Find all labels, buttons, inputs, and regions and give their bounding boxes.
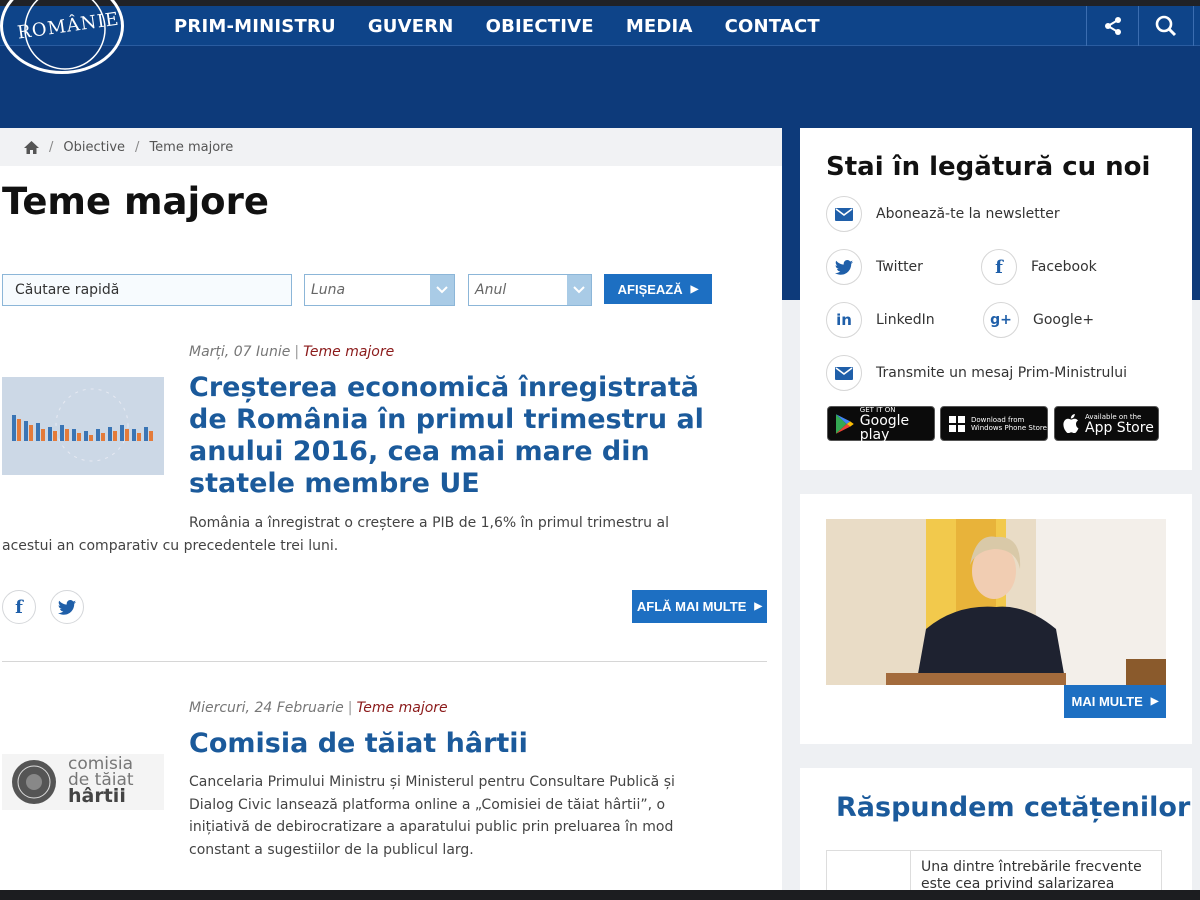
article-divider [2, 661, 767, 662]
googleplus-label: Google+ [1033, 312, 1095, 328]
article-meta: Marți, 07 Iunie | Teme majore [189, 344, 395, 360]
facebook-icon: f [981, 249, 1017, 285]
envelope-icon [826, 355, 862, 391]
citizen-answers-card: Răspundem cetățenilor Una dintre întrebă… [800, 768, 1192, 892]
facebook-label: Facebook [1031, 259, 1097, 275]
citizen-answers-title: Răspundem cetățenilor [836, 792, 1191, 823]
chevron-down-icon [430, 275, 454, 305]
main-content: / Obiective / Teme majore Teme majore Lu… [0, 128, 782, 900]
nav-contact[interactable]: CONTACT [725, 16, 820, 37]
facebook-link[interactable]: f Facebook [981, 249, 1097, 285]
share-icon [1104, 17, 1121, 35]
more-photos-label: MAI MULTE [1071, 694, 1143, 709]
search-button[interactable] [1138, 6, 1194, 46]
read-more-button[interactable]: AFLĂ MAI MULTE ▶ [632, 590, 767, 623]
newsletter-label: Abonează-te la newsletter [876, 206, 1060, 222]
twitter-label: Twitter [876, 259, 923, 275]
window-bottom-bar [0, 890, 1200, 900]
article-category[interactable]: Teme majore [303, 344, 394, 360]
article-excerpt-line-1: România a înregistrat o creștere a PIB d… [189, 515, 669, 531]
contact-card: Stai în legătură cu noi Abonează-te la n… [800, 128, 1192, 470]
app-store-badge[interactable]: Available on the App Store [1054, 406, 1159, 441]
breadcrumb: / Obiective / Teme majore [0, 128, 782, 166]
googleplus-link[interactable]: g+ Google+ [983, 302, 1094, 338]
apple-icon [1063, 414, 1079, 433]
chevron-right-icon: ▶ [1150, 696, 1159, 707]
search-icon [1155, 15, 1177, 37]
article-excerpt: Cancelaria Primului Ministru și Minister… [189, 774, 675, 858]
app-store-big: App Store [1085, 419, 1154, 436]
nav-obiective[interactable]: OBIECTIVE [486, 16, 594, 37]
filter-bar: Luna Anul AFIȘEAZĂ ▶ [2, 274, 712, 306]
show-results-label: AFIȘEAZĂ [617, 281, 683, 297]
breadcrumb-current: Teme majore [149, 139, 234, 155]
month-select[interactable]: Luna [304, 274, 455, 306]
article-thumbnail-chart[interactable] [2, 377, 164, 475]
share-facebook-button[interactable]: f [2, 590, 36, 624]
newsletter-link[interactable]: Abonează-te la newsletter [826, 196, 1060, 232]
read-more-label: AFLĂ MAI MULTE [636, 599, 747, 614]
message-pm-link[interactable]: Transmite un mesaj Prim-Ministrului [826, 355, 1127, 391]
year-select[interactable]: Anul [468, 274, 592, 306]
faq-item[interactable]: Una dintre întrebările frecvente este ce… [826, 850, 1162, 892]
nav-prim-ministru[interactable]: PRIM-MINISTRU [174, 16, 336, 37]
share-button[interactable] [1086, 6, 1138, 46]
nav-guvern[interactable]: GUVERN [368, 16, 454, 37]
page-title: Teme majore [2, 180, 269, 223]
primary-nav: PRIM-MINISTRU GUVERN OBIECTIVE MEDIA CON… [174, 6, 820, 46]
emblem-icon [12, 760, 56, 804]
linkedin-label: LinkedIn [876, 312, 935, 328]
linkedin-icon: in [826, 302, 862, 338]
main-navbar: ROMÂNIEI PRIM-MINISTRU GUVERN OBIECTIVE … [0, 0, 1200, 74]
twitter-link[interactable]: Twitter [826, 249, 923, 285]
chevron-right-icon: ▶ [754, 601, 763, 612]
article-meta: Miercuri, 24 Februarie | Teme majore [189, 700, 448, 716]
article-excerpt-line-2: acestui an comparativ cu precedentele tr… [2, 538, 339, 554]
thumb-line-3: hârtii [68, 785, 126, 807]
article-title[interactable]: Creșterea economică înregistrată de Româ… [189, 372, 729, 500]
show-results-button[interactable]: AFIȘEAZĂ ▶ [604, 274, 712, 304]
breadcrumb-separator: / [49, 139, 54, 155]
featured-photo-card: MAI MULTE ▶ [800, 494, 1192, 744]
article-category[interactable]: Teme majore [356, 700, 447, 716]
prime-minister-photo[interactable] [826, 519, 1166, 685]
message-pm-label: Transmite un mesaj Prim-Ministrului [876, 365, 1128, 381]
contact-card-title: Stai în legătură cu noi [826, 152, 1151, 182]
year-select-value: Anul [475, 282, 507, 298]
month-select-value: Luna [311, 282, 346, 298]
nav-media[interactable]: MEDIA [626, 16, 693, 37]
more-photos-button[interactable]: MAI MULTE ▶ [1064, 685, 1166, 718]
breadcrumb-separator: / [135, 139, 140, 155]
envelope-icon [826, 196, 862, 232]
chevron-down-icon [567, 275, 591, 305]
article-date: Miercuri, 24 Februarie [189, 700, 344, 716]
chevron-right-icon: ▶ [690, 283, 699, 295]
share-twitter-button[interactable] [50, 590, 84, 624]
breadcrumb-obiective[interactable]: Obiective [63, 140, 125, 155]
twitter-icon [826, 249, 862, 285]
government-logo[interactable]: ROMÂNIEI [0, 0, 124, 74]
twitter-icon [58, 599, 76, 615]
windows-store-badge[interactable]: Download from Windows Phone Store [940, 406, 1048, 441]
windows-store-line-1: Download from [971, 415, 1025, 424]
home-icon[interactable] [24, 140, 39, 154]
google-play-big: Google play [859, 412, 910, 443]
googleplus-icon: g+ [983, 302, 1019, 338]
facebook-icon: f [15, 596, 23, 618]
google-play-badge[interactable]: GET IT ON Google play [827, 406, 935, 443]
faq-image [827, 851, 911, 891]
google-play-icon [836, 413, 854, 434]
faq-line-1: Una dintre întrebările frecvente [921, 859, 1142, 875]
windows-store-line-2: Windows Phone Store [971, 423, 1047, 432]
article-title[interactable]: Comisia de tăiat hârtii [189, 728, 729, 760]
windows-icon [949, 415, 965, 432]
article-date: Marți, 07 Iunie [189, 344, 291, 360]
quick-search-input[interactable] [2, 274, 292, 306]
article-thumbnail-logo[interactable]: comisia de tăiat hârtii [2, 754, 164, 810]
linkedin-link[interactable]: in LinkedIn [826, 302, 935, 338]
